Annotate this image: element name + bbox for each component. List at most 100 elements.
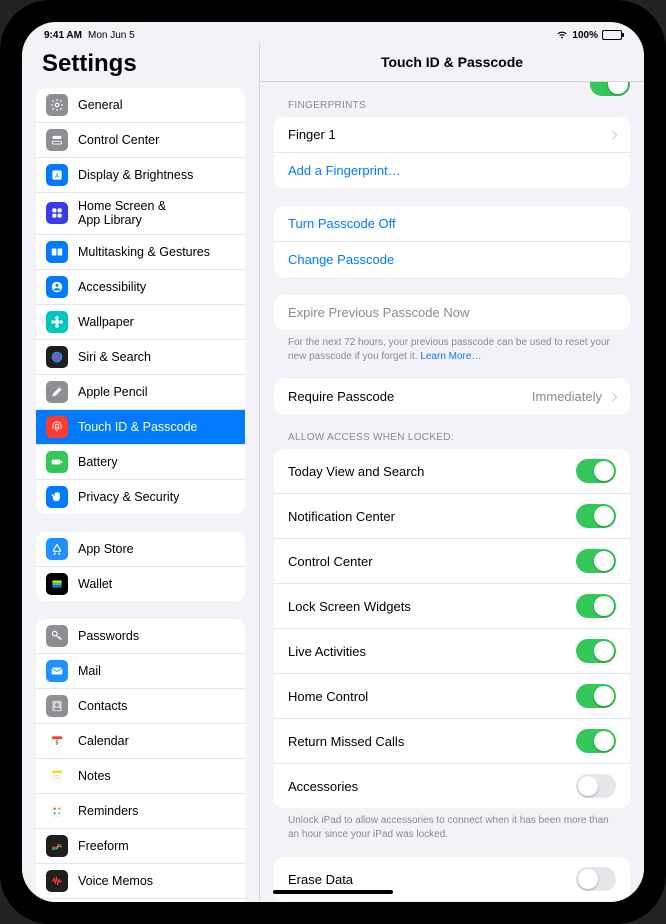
access-label: Lock Screen Widgets [288, 599, 411, 614]
access-switch-control-center[interactable] [576, 549, 616, 573]
access-row-return-missed-calls: Return Missed Calls [274, 719, 630, 764]
access-switch-today-view-and-search[interactable] [576, 459, 616, 483]
sidebar-item-label: Wallet [78, 577, 112, 591]
settings-sidebar: Settings General Control CenterADisplay &… [22, 42, 260, 902]
sidebar-item-label: Battery [78, 455, 118, 469]
wifi-icon [556, 30, 568, 40]
sidebar-item-reminders[interactable]: Reminders [36, 794, 245, 829]
sidebar-item-contacts[interactable]: Contacts [36, 689, 245, 724]
chevron-right-icon [609, 130, 617, 138]
sidebar-item-accessibility[interactable]: Accessibility [36, 270, 245, 305]
sidebar-item-messages[interactable]: Messages [36, 899, 245, 902]
sidebar-item-label: Passwords [78, 629, 139, 643]
sidebar-title: Settings [22, 42, 259, 88]
sidebar-item-wallpaper[interactable]: Wallpaper [36, 305, 245, 340]
access-switch-home-control[interactable] [576, 684, 616, 708]
freeform-icon [46, 835, 68, 857]
status-bar: 9:41 AM Mon Jun 5 100% [22, 22, 644, 42]
fingerprints-header: FINGERPRINTS [260, 82, 644, 117]
erase-data-switch[interactable] [576, 867, 616, 891]
sidebar-item-apple-pencil[interactable]: Apple Pencil [36, 375, 245, 410]
status-date: Mon Jun 5 [88, 30, 135, 41]
sidebar-item-label: Notes [78, 769, 111, 783]
sidebar-item-touch-id-passcode[interactable]: Touch ID & Passcode [36, 410, 245, 445]
access-label: Home Control [288, 689, 368, 704]
access-row-notification-center: Notification Center [274, 494, 630, 539]
access-row-live-activities: Live Activities [274, 629, 630, 674]
content-title: Touch ID & Passcode [260, 42, 644, 82]
access-row-today-view-and-search: Today View and Search [274, 449, 630, 494]
change-passcode-link[interactable]: Change Passcode [274, 242, 630, 277]
sidebar-item-app-store[interactable]: App Store [36, 532, 245, 567]
sidebar-item-battery[interactable]: Battery [36, 445, 245, 480]
sidebar-item-passwords[interactable]: Passwords [36, 619, 245, 654]
sidebar-item-label: General [78, 98, 122, 112]
battery-icon [46, 451, 68, 473]
sidebar-item-general[interactable]: General [36, 88, 245, 123]
battery-icon [602, 30, 622, 40]
gear-icon [46, 94, 68, 116]
access-label: Today View and Search [288, 464, 424, 479]
access-switch-notification-center[interactable] [576, 504, 616, 528]
access-switch-lock-screen-widgets[interactable] [576, 594, 616, 618]
siri-icon [46, 346, 68, 368]
erase-data-row: Erase Data [274, 857, 630, 901]
sidebar-item-label: Home Screen & App Library [78, 199, 166, 228]
switches-icon [46, 129, 68, 151]
access-label: Notification Center [288, 509, 395, 524]
finger-icon [46, 416, 68, 438]
turn-passcode-off-link[interactable]: Turn Passcode Off [274, 206, 630, 242]
access-switch-return-missed-calls[interactable] [576, 729, 616, 753]
sidebar-item-wallet[interactable]: Wallet [36, 567, 245, 601]
access-row-accessories: Accessories [274, 764, 630, 808]
battery-percent: 100% [572, 30, 598, 41]
access-switch-live-activities[interactable] [576, 639, 616, 663]
sidebar-item-label: Accessibility [78, 280, 146, 294]
access-row-control-center: Control Center [274, 539, 630, 584]
learn-more-link[interactable]: Learn More… [420, 351, 481, 362]
sidebar-item-calendar[interactable]: 5Calendar [36, 724, 245, 759]
access-switch-accessories[interactable] [576, 774, 616, 798]
sidebar-item-label: Calendar [78, 734, 129, 748]
sidebar-item-freeform[interactable]: Freeform [36, 829, 245, 864]
rects-icon [46, 241, 68, 263]
sidebar-item-label: Siri & Search [78, 350, 151, 364]
content-pane: Touch ID & Passcode FINGERPRINTS Finger … [260, 42, 644, 902]
sidebar-item-multitasking-gestures[interactable]: Multitasking & Gestures [36, 235, 245, 270]
sidebar-item-privacy-security[interactable]: Privacy & Security [36, 480, 245, 514]
access-label: Return Missed Calls [288, 734, 404, 749]
access-label: Live Activities [288, 644, 366, 659]
home-indicator[interactable] [273, 890, 393, 894]
sidebar-item-siri-search[interactable]: Siri & Search [36, 340, 245, 375]
svg-text:A: A [55, 173, 59, 179]
wallet-icon [46, 573, 68, 595]
key-icon [46, 625, 68, 647]
require-passcode-row[interactable]: Require Passcode Immediately [274, 379, 630, 414]
sidebar-item-label: Apple Pencil [78, 385, 148, 399]
top-switch-peek[interactable] [590, 82, 630, 96]
sidebar-item-home-screen-app-library[interactable]: Home Screen & App Library [36, 193, 245, 235]
sidebar-item-label: Freeform [78, 839, 129, 853]
sidebar-item-label: Contacts [78, 699, 127, 713]
erase-footer: Erase all data on this iPad after 10 fai… [260, 901, 644, 902]
fingerprint-row[interactable]: Finger 1 [274, 117, 630, 153]
mail-icon [46, 660, 68, 682]
sidebar-item-notes[interactable]: Notes [36, 759, 245, 794]
grid-icon [46, 202, 68, 224]
voice-icon [46, 870, 68, 892]
sidebar-item-mail[interactable]: Mail [36, 654, 245, 689]
expire-previous-passcode[interactable]: Expire Previous Passcode Now [274, 295, 630, 330]
sidebar-item-display-brightness[interactable]: ADisplay & Brightness [36, 158, 245, 193]
expire-footer: For the next 72 hours, your previous pas… [260, 330, 644, 365]
sidebar-item-label: Touch ID & Passcode [78, 420, 198, 434]
allow-access-header: ALLOW ACCESS WHEN LOCKED: [260, 414, 644, 449]
accessories-footer: Unlock iPad to allow accessories to conn… [260, 808, 644, 843]
chevron-right-icon [609, 392, 617, 400]
person-icon [46, 276, 68, 298]
sun-icon: A [46, 164, 68, 186]
sidebar-item-label: Multitasking & Gestures [78, 245, 210, 259]
sidebar-item-voice-memos[interactable]: Voice Memos [36, 864, 245, 899]
access-row-home-control: Home Control [274, 674, 630, 719]
add-fingerprint-link[interactable]: Add a Fingerprint… [274, 153, 630, 188]
sidebar-item-control-center[interactable]: Control Center [36, 123, 245, 158]
